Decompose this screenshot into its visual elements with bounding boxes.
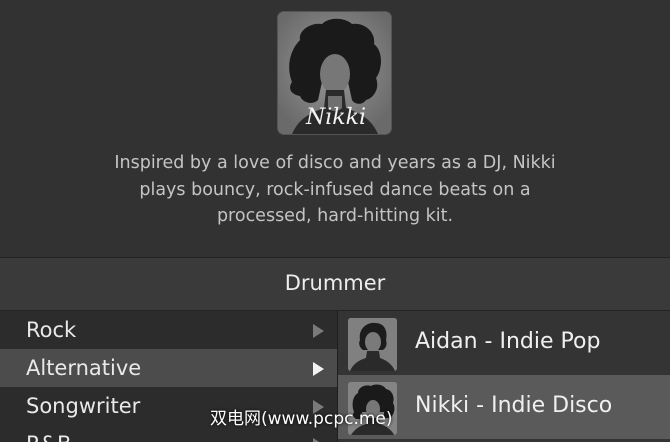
genre-label: R&B xyxy=(26,432,71,442)
drummer-thumbnail xyxy=(348,318,397,371)
drummer-item-aidan[interactable]: Aidan - Indie Pop xyxy=(338,311,670,375)
male-silhouette-icon xyxy=(348,318,397,371)
description-line: plays bouncy, rock-infused dance beats o… xyxy=(139,179,531,200)
drummer-label: Nikki - Indie Disco xyxy=(415,393,613,418)
genre-item-rock[interactable]: Rock xyxy=(0,311,337,349)
watermark-text: 双电网(www.pcpc.me) xyxy=(210,409,393,429)
genre-label: Songwriter xyxy=(26,394,141,418)
afro-hair-silhouette-icon: Nikki xyxy=(278,12,391,134)
description-line: processed, hard-hitting kit. xyxy=(216,206,454,226)
genre-item-alternative[interactable]: Alternative xyxy=(0,349,337,387)
portrait-signature: Nikki xyxy=(305,105,366,130)
genre-label: Alternative xyxy=(26,356,142,380)
chevron-right-icon xyxy=(313,362,324,376)
drummer-description: Inspired by a love of disco and years as… xyxy=(60,150,610,230)
chevron-right-icon xyxy=(313,324,324,338)
drummer-info-panel: Nikki Inspired by a love of disco and ye… xyxy=(0,0,670,257)
genre-label: Rock xyxy=(26,318,77,342)
description-line: Inspired by a love of disco and years as… xyxy=(114,153,556,173)
chevron-right-icon xyxy=(313,438,324,442)
drummer-label: Aidan - Indie Pop xyxy=(415,329,601,354)
drummer-portrait: Nikki xyxy=(278,12,391,134)
drummer-header: Drummer xyxy=(0,258,670,310)
header-title: Drummer xyxy=(284,271,386,295)
